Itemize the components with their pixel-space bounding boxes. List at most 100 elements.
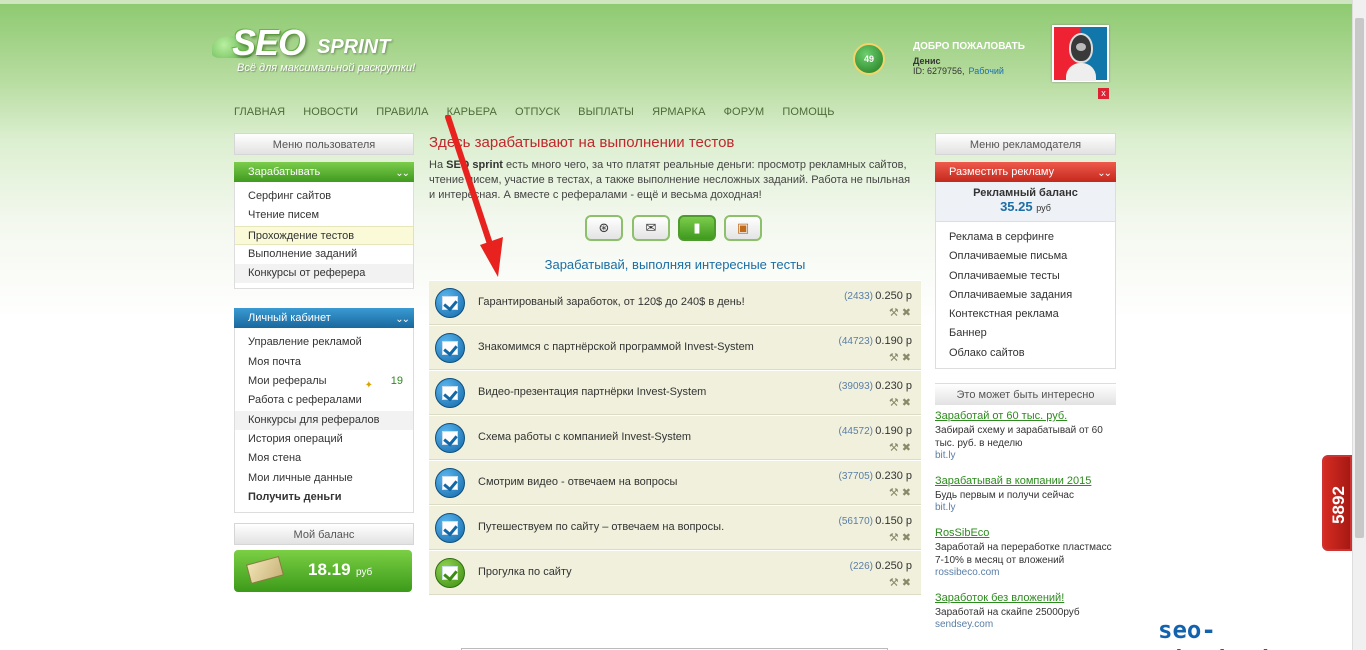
checkbox-icon [435, 423, 465, 453]
test-title[interactable]: Гарантированый заработок, от 120$ до 240… [478, 296, 745, 308]
close-icon[interactable]: ✖ [902, 577, 911, 589]
close-icon[interactable]: ✖ [902, 352, 911, 364]
scrollbar-thumb[interactable] [1355, 18, 1364, 538]
nav-item-home[interactable]: ГЛАВНАЯ [234, 106, 285, 118]
menu-item-referral-work[interactable]: Работа с рефералами [235, 391, 413, 410]
earn-tab[interactable]: Зарабатывать ⌄⌄ [234, 162, 414, 182]
close-icon[interactable]: x [1098, 88, 1109, 99]
hammer-icon[interactable]: ⚒ [889, 307, 899, 319]
test-tools: ⚒ ✖ [889, 351, 911, 364]
hammer-icon[interactable]: ⚒ [889, 397, 899, 409]
menu-item-tasks[interactable]: Выполнение заданий [235, 245, 413, 264]
ad-balance-currency: руб [1036, 203, 1051, 213]
place-ad-tab[interactable]: Разместить рекламу ⌄⌄ [935, 162, 1116, 182]
close-icon[interactable]: ✖ [902, 532, 911, 544]
adv-item-context[interactable]: Контекстная реклама [936, 305, 1115, 324]
menu-item-personal-data[interactable]: Мои личные данные [235, 469, 413, 488]
tests-category-button[interactable]: ▮ [678, 215, 716, 241]
menu-item-history[interactable]: История операций [235, 430, 413, 449]
ad-title-link[interactable]: RosSibEco [935, 527, 1117, 539]
nav-item-forum[interactable]: ФОРУМ [724, 106, 765, 118]
test-title[interactable]: Прогулка по сайту [478, 566, 572, 578]
test-row[interactable]: Гарантированый заработок, от 120$ до 240… [429, 280, 921, 325]
menu-item-withdraw[interactable]: Получить деньги [235, 488, 413, 507]
menu-item-mail[interactable]: Чтение писем [235, 206, 413, 225]
logo-tagline: Всё для максимальной раскрутки! [237, 62, 416, 74]
hammer-icon[interactable]: ⚒ [889, 577, 899, 589]
avatar[interactable] [1052, 25, 1109, 82]
mail-category-button[interactable]: ✉ [632, 215, 670, 241]
menu-item-referrer-contests[interactable]: Конкурсы от реферера [235, 264, 413, 284]
nav-item-news[interactable]: НОВОСТИ [303, 106, 358, 118]
adv-item-banner[interactable]: Баннер [936, 324, 1115, 343]
nav-item-fair[interactable]: ЯРМАРКА [652, 106, 705, 118]
hammer-icon[interactable]: ⚒ [889, 487, 899, 499]
cabinet-menu: Управление рекламой Моя почта Мои рефера… [234, 328, 414, 514]
surf-category-button[interactable]: ⊛ [585, 215, 623, 241]
tasks-category-button[interactable]: ▣ [724, 215, 762, 241]
ad-url[interactable]: bit.ly [935, 502, 1117, 513]
chevron-down-icon: ⌄⌄ [1097, 168, 1112, 179]
test-row[interactable]: Прогулка по сайту (226) 0.250 р ⚒ ✖ [429, 550, 921, 595]
test-row[interactable]: Знакомимся с партнёрской программой Inve… [429, 325, 921, 370]
menu-item-wall[interactable]: Моя стена [235, 449, 413, 468]
ad-title-link[interactable]: Заработок без вложений! [935, 592, 1117, 604]
test-tools: ⚒ ✖ [889, 531, 911, 544]
level-badge[interactable]: 49 [848, 38, 890, 80]
test-title[interactable]: Смотрим видео - отвечаем на вопросы [478, 476, 677, 488]
menu-item-my-referrals[interactable]: Мои рефералы ✦ 19 [235, 372, 413, 391]
close-icon[interactable]: ✖ [902, 307, 911, 319]
test-title[interactable]: Видео-презентация партнёрки Invest-Syste… [478, 386, 706, 398]
ad-description: Заработай на скайпе 25000руб [935, 607, 1080, 618]
advertiser-items: Реклама в серфинге Оплачиваемые письма О… [935, 222, 1116, 370]
hammer-icon[interactable]: ⚒ [889, 352, 899, 364]
test-row[interactable]: Видео-презентация партнёрки Invest-Syste… [429, 370, 921, 415]
logo-subtext: SPRINT [317, 36, 391, 58]
test-title[interactable]: Знакомимся с партнёрской программой Inve… [478, 341, 754, 353]
close-icon[interactable]: ✖ [902, 442, 911, 454]
adv-item-letters[interactable]: Оплачиваемые письма [936, 247, 1115, 266]
ad-title-link[interactable]: Заработай от 60 тыс. руб. [935, 410, 1117, 422]
test-title[interactable]: Путешествуем по сайту – отвечаем на вопр… [478, 521, 724, 533]
checkbox-icon [435, 333, 465, 363]
balance-button[interactable]: 18.19 руб [234, 550, 412, 592]
place-ad-tab-label: Разместить рекламу [949, 166, 1055, 178]
ad-url[interactable]: sendsey.com [935, 619, 1117, 630]
adv-item-surfing[interactable]: Реклама в серфинге [936, 228, 1115, 247]
test-count: (2433) [844, 291, 873, 302]
adv-item-tasks[interactable]: Оплачиваемые задания [936, 286, 1115, 305]
ad-title-link[interactable]: Зарабатывай в компании 2015 [935, 475, 1117, 487]
scrollbar[interactable] [1352, 0, 1366, 650]
test-row[interactable]: Схема работы с компанией Invest-System (… [429, 415, 921, 460]
menu-item-tests[interactable]: Прохождение тестов [235, 225, 413, 245]
ad-balance-value: 35.25 [1000, 199, 1033, 214]
nav-item-help[interactable]: ПОМОЩЬ [782, 106, 834, 118]
menu-item-ad-management[interactable]: Управление рекламой [235, 333, 413, 352]
menu-item-surfing[interactable]: Серфинг сайтов [235, 187, 413, 206]
cabinet-tab[interactable]: Личный кабинет ⌄⌄ [234, 308, 414, 329]
user-status-link[interactable]: Рабочий [969, 66, 1004, 76]
menu-item-referral-contests[interactable]: Конкурсы для рефералов [235, 410, 413, 430]
close-icon[interactable]: ✖ [902, 397, 911, 409]
mail-icon: ✉ [645, 220, 657, 235]
ad-url[interactable]: bit.ly [935, 450, 1117, 461]
nav-item-payouts[interactable]: ВЫПЛАТЫ [578, 106, 634, 118]
test-row[interactable]: Смотрим видео - отвечаем на вопросы (377… [429, 460, 921, 505]
adv-item-cloud[interactable]: Облако сайтов [936, 344, 1115, 363]
menu-item-my-mail[interactable]: Моя почта [235, 353, 413, 372]
side-counter-badge[interactable]: 5892 [1322, 455, 1352, 551]
globe-icon: ⊛ [598, 220, 610, 235]
adv-item-tests[interactable]: Оплачиваемые тесты [936, 267, 1115, 286]
site-logo[interactable]: SEO SPRINT Всё для максимальной раскрутк… [212, 22, 442, 82]
test-tools: ⚒ ✖ [889, 486, 911, 499]
test-price: 0.230 р [875, 380, 912, 392]
nav-item-rules[interactable]: ПРАВИЛА [376, 106, 428, 118]
hammer-icon[interactable]: ⚒ [889, 532, 899, 544]
ad-url[interactable]: rossibeco.com [935, 567, 1117, 578]
test-row[interactable]: Путешествуем по сайту – отвечаем на вопр… [429, 505, 921, 550]
close-icon[interactable]: ✖ [902, 487, 911, 499]
nav-item-vacation[interactable]: ОТПУСК [515, 106, 560, 118]
test-title[interactable]: Схема работы с компанией Invest-System [478, 431, 691, 443]
ad-item: RosSibEco Заработай на переработке пласт… [935, 527, 1117, 578]
hammer-icon[interactable]: ⚒ [889, 442, 899, 454]
